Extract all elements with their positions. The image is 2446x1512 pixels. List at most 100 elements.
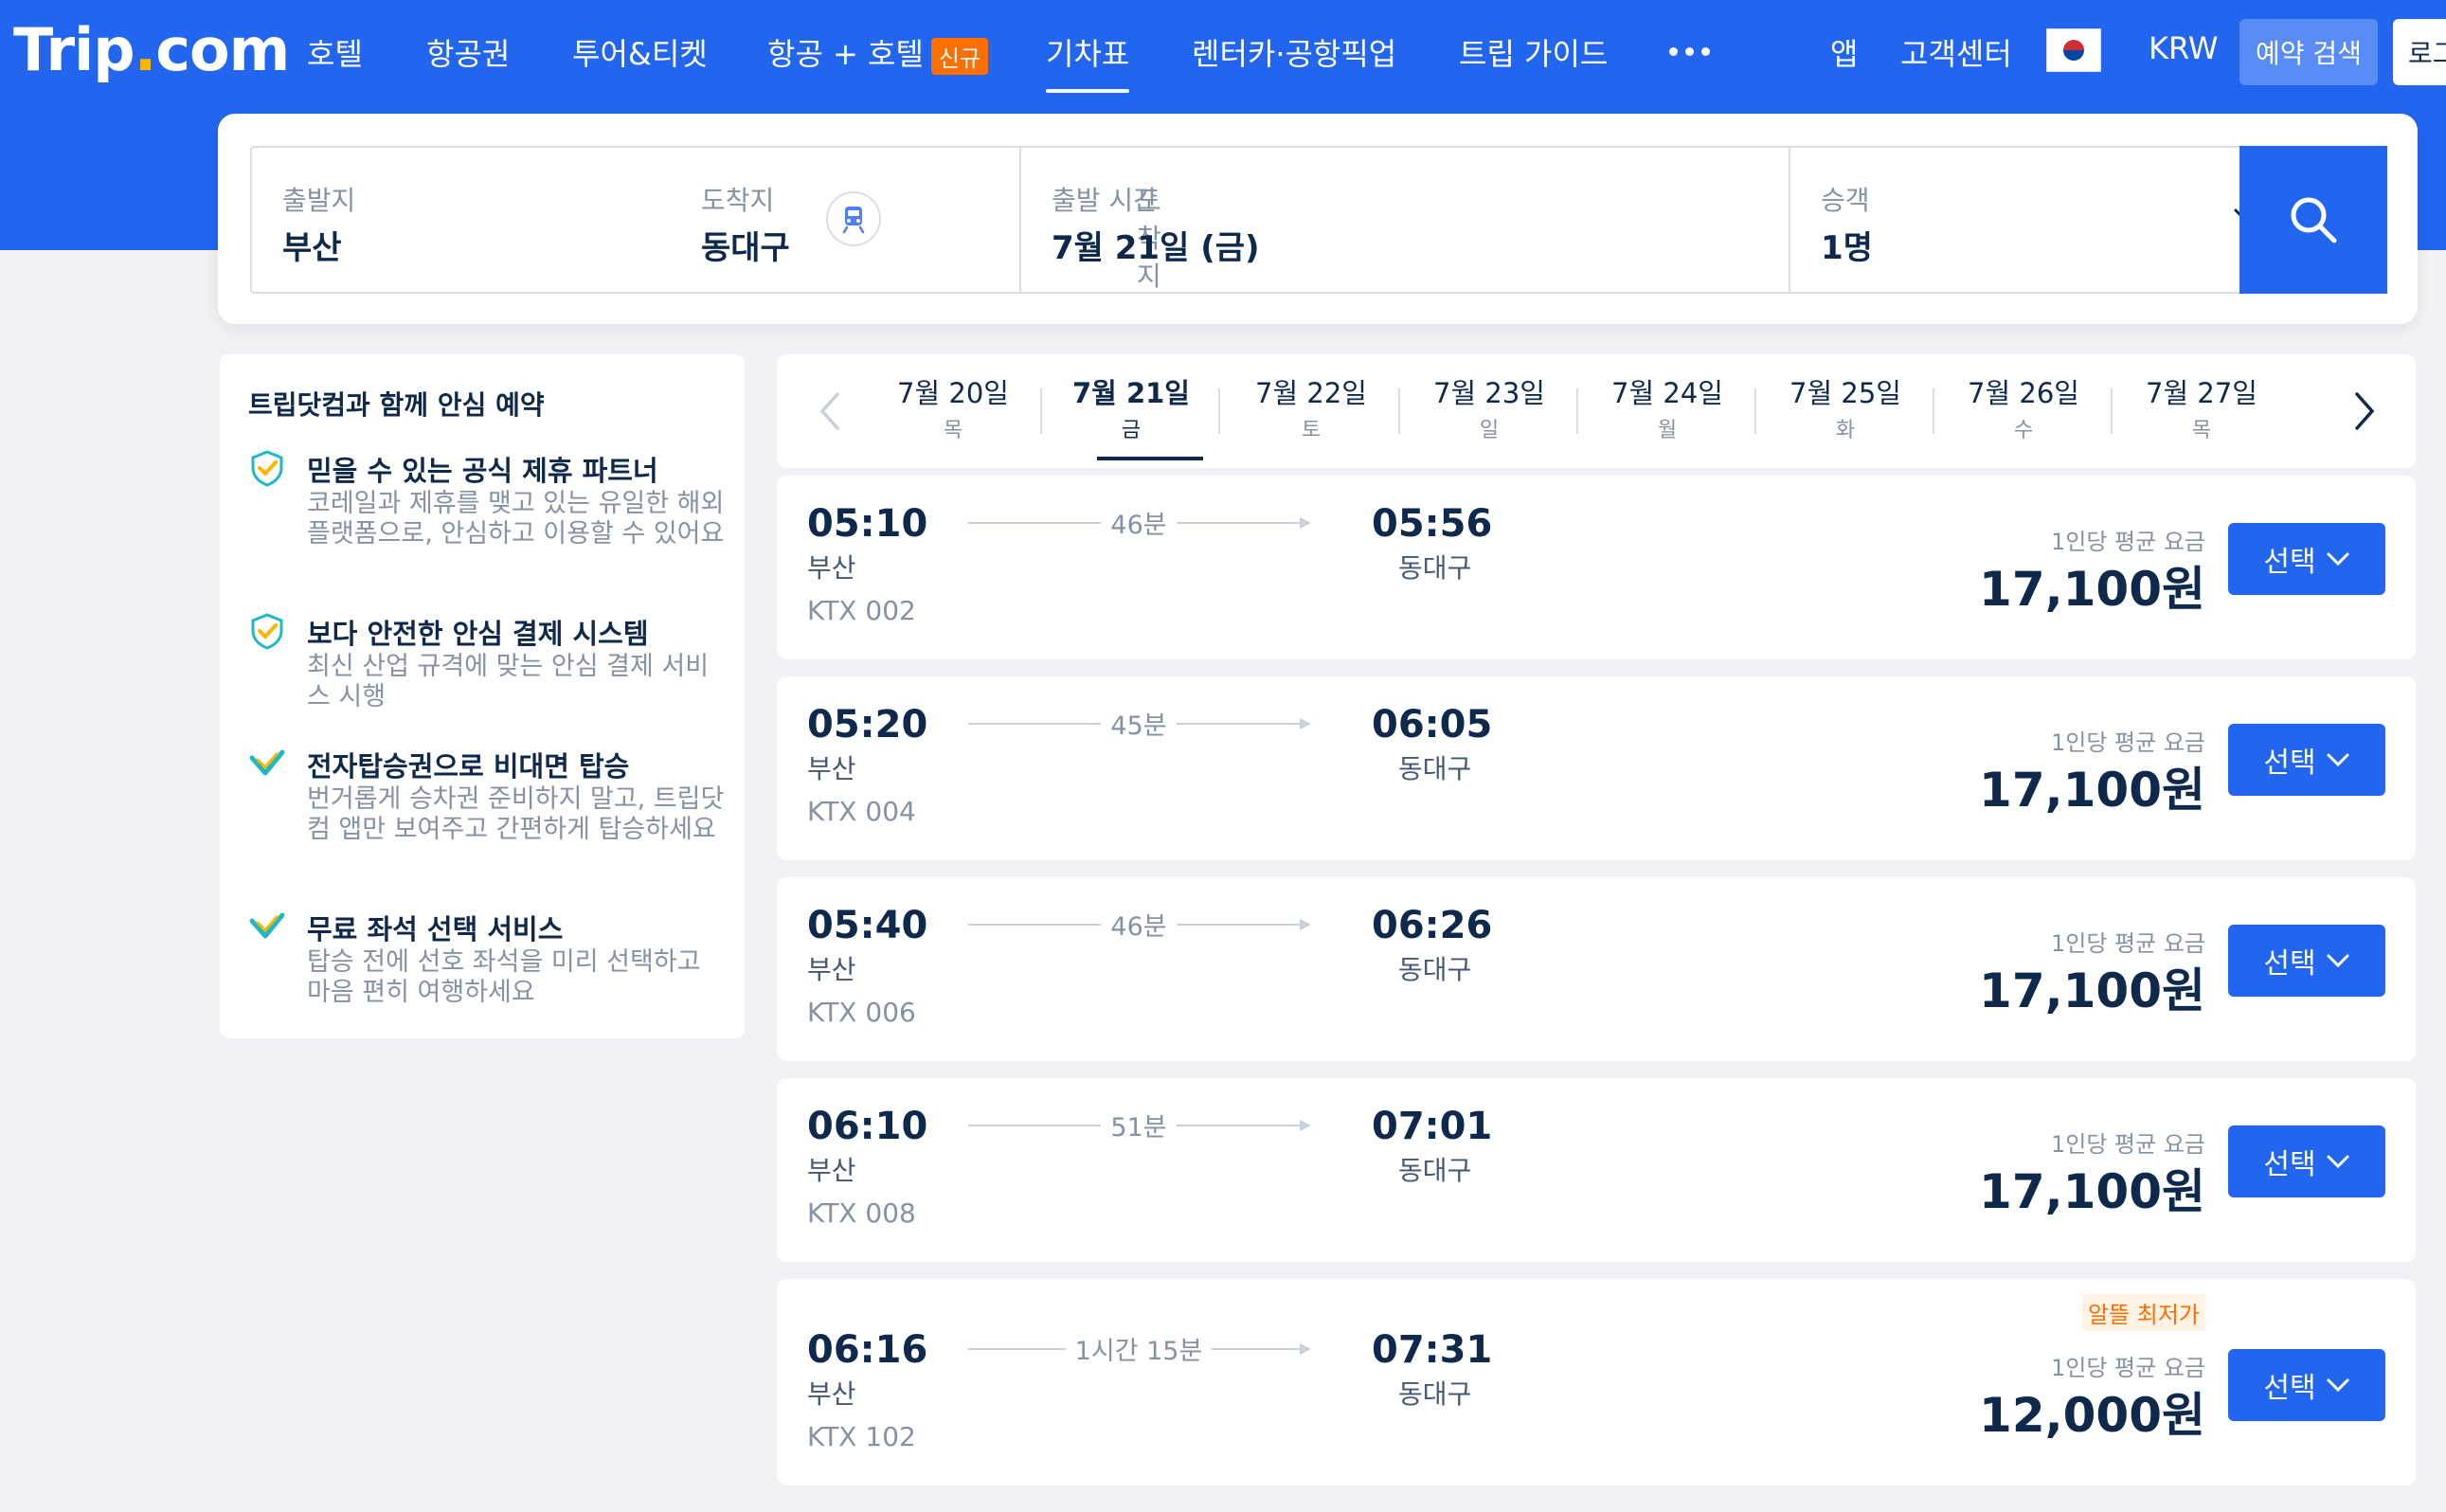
duration: 45분 <box>968 705 1309 742</box>
nav-flights[interactable]: 항공권 <box>426 30 510 74</box>
chevron-down-icon <box>2327 1378 2349 1393</box>
currency-selector[interactable]: KRW <box>2149 30 2219 66</box>
price: 12,000원 <box>1979 1388 2205 1443</box>
departure-time: 05:10 <box>807 502 928 546</box>
chevron-down-icon <box>2327 753 2349 767</box>
pax-label: 승객 <box>1821 185 1870 216</box>
departure-station: 부산 <box>807 1155 856 1186</box>
chevron-left-icon[interactable] <box>801 383 858 440</box>
date-tab-selected[interactable]: 7월 21일 금 <box>1042 371 1220 451</box>
booking-search-button[interactable]: 예약 검색 <box>2239 19 2378 85</box>
price: 17,100원 <box>1979 763 2205 818</box>
arrival-time: 06:05 <box>1372 703 1493 747</box>
arrival-time: 07:31 <box>1372 1328 1493 1372</box>
date-tab[interactable]: 7월 24일 월 <box>1578 371 1756 451</box>
time-value: 7월 21일 (금) <box>1052 229 1260 267</box>
from-field[interactable]: 출발지 부산 <box>252 148 654 292</box>
select-button-label: 선택 <box>2263 947 2316 981</box>
search-button[interactable] <box>2239 146 2387 294</box>
trip-logo[interactable]: Trip.com <box>13 15 290 84</box>
more-icon[interactable] <box>1669 47 1710 56</box>
trust-info-panel: 트립닷컴과 함께 안심 예약 믿을 수 있는 공식 제휴 파트너 코레일과 제휴… <box>220 354 745 1038</box>
nav-car-rental[interactable]: 렌터카·공항픽업 <box>1192 30 1396 74</box>
new-badge: 신규 <box>930 37 989 75</box>
check-icon <box>249 912 285 939</box>
train-result-row[interactable]: 06:10 부산 KTX 008 51분 07:01 동대구 1인당 평균 요금… <box>777 1078 2416 1262</box>
feature-title: 무료 좌석 선택 서비스 <box>307 913 564 945</box>
nav-app[interactable]: 앱 <box>1830 30 1858 74</box>
select-button-label: 선택 <box>2263 546 2316 579</box>
select-button-label: 선택 <box>2263 747 2316 780</box>
arrival-station: 동대구 <box>1398 1378 1472 1410</box>
select-button[interactable]: 선택 <box>2228 523 2385 595</box>
arrival-station: 동대구 <box>1398 954 1472 985</box>
train-number: KTX 006 <box>807 997 916 1028</box>
passenger-field[interactable]: 승객 1명 <box>1790 148 2236 292</box>
korea-flag-icon[interactable] <box>2046 28 2101 72</box>
train-number: KTX 102 <box>807 1421 916 1452</box>
nav-flight-hotel[interactable]: 항공 + 호텔 신규 <box>767 30 989 75</box>
select-button[interactable]: 선택 <box>2228 1349 2385 1421</box>
login-button[interactable]: 로그 <box>2393 19 2446 85</box>
feature-description: 최신 산업 규격에 맞는 안심 결제 서비스 시행 <box>307 652 710 711</box>
train-number: KTX 002 <box>807 595 916 626</box>
shield-check-icon <box>251 450 283 487</box>
duration: 46분 <box>968 906 1309 943</box>
time-label: 출발 시간 <box>1052 185 1158 216</box>
departure-station: 부산 <box>807 753 856 784</box>
departure-time-field[interactable]: 출발 시간 7월 21일 (금) <box>1021 148 1789 292</box>
price: 17,100원 <box>1979 963 2205 1018</box>
train-number: KTX 004 <box>807 796 916 827</box>
duration: 46분 <box>968 504 1309 541</box>
arrival-station: 동대구 <box>1398 753 1472 784</box>
select-button[interactable]: 선택 <box>2228 724 2385 796</box>
shield-check-icon <box>251 613 283 650</box>
lowest-price-badge: 알뜰 최저가 <box>2081 1294 2205 1331</box>
feature-description: 코레일과 제휴를 맺고 있는 유일한 해외 플랫폼으로, 안심하고 이용할 수 … <box>307 489 725 549</box>
departure-station: 부산 <box>807 1378 856 1410</box>
from-label: 출발지 <box>282 185 356 216</box>
departure-station: 부산 <box>807 552 856 584</box>
train-result-row[interactable]: 06:16 부산 KTX 102 1시간 15분 07:31 동대구 알뜰 최저… <box>777 1279 2416 1485</box>
search-card: 출발지 부산 도착지 도착지 동대구 출발 시간 7월 21일 (금) 승객 1… <box>218 114 2418 324</box>
chevron-down-icon <box>2327 954 2349 968</box>
departure-time: 06:16 <box>807 1328 928 1372</box>
nav-tours-tickets[interactable]: 투어&티켓 <box>572 30 708 74</box>
date-tab[interactable]: 7월 25일 화 <box>1756 371 1934 451</box>
nav-trains[interactable]: 기차표 <box>1046 30 1130 93</box>
search-icon <box>2291 197 2337 243</box>
train-result-row[interactable]: 05:20 부산 KTX 004 45분 06:05 동대구 1인당 평균 요금… <box>777 676 2416 860</box>
nav-hotels[interactable]: 호텔 <box>307 30 363 74</box>
arrival-time: 07:01 <box>1372 1105 1493 1148</box>
nav-customer-support[interactable]: 고객센터 <box>1900 30 2012 74</box>
nav-flight-hotel-label: 항공 + 호텔 <box>767 36 924 72</box>
feature-title: 전자탑승권으로 비대면 탑승 <box>307 750 630 783</box>
select-button[interactable]: 선택 <box>2228 1125 2385 1197</box>
arrival-time: 06:26 <box>1372 904 1493 947</box>
feature-description: 탑승 전에 선호 좌석을 미리 선택하고 마음 편히 여행하세요 <box>307 947 701 1007</box>
chevron-down-icon <box>2327 552 2349 567</box>
departure-time: 05:40 <box>807 904 928 947</box>
departure-station: 부산 <box>807 954 856 985</box>
date-tab[interactable]: 7월 26일 수 <box>1934 371 2113 451</box>
train-result-row[interactable]: 05:40 부산 KTX 006 46분 06:26 동대구 1인당 평균 요금… <box>777 877 2416 1061</box>
pax-value: 1명 <box>1821 229 1873 267</box>
nav-trip-guide[interactable]: 트립 가이드 <box>1459 30 1608 74</box>
duration: 1시간 15분 <box>968 1330 1309 1367</box>
departure-time: 06:10 <box>807 1105 928 1148</box>
date-tab[interactable]: 7월 27일 목 <box>2113 371 2291 451</box>
train-result-row[interactable]: 05:10 부산 KTX 002 46분 05:56 동대구 1인당 평균 요금… <box>777 476 2416 659</box>
date-tab[interactable]: 7월 23일 일 <box>1400 371 1578 451</box>
chevron-down-icon <box>2327 1155 2349 1169</box>
feature-title: 믿을 수 있는 공식 제휴 파트너 <box>307 455 658 487</box>
date-tab[interactable]: 7월 20일 목 <box>864 371 1042 451</box>
select-button[interactable]: 선택 <box>2228 925 2385 997</box>
search-fields: 출발지 부산 도착지 도착지 동대구 출발 시간 7월 21일 (금) 승객 1… <box>250 146 2264 294</box>
select-button-label: 선택 <box>2263 1148 2316 1181</box>
feature-description: 번거롭게 승차권 준비하지 말고, 트립닷컴 앱만 보여주고 간편하게 탑승하세… <box>307 784 725 844</box>
date-selector: 7월 20일 목 7월 21일 금 7월 22일 토 7월 23일 일 7월 24일 월 … <box>777 354 2416 468</box>
chevron-right-icon[interactable] <box>2336 383 2393 440</box>
to-value: 동대구 <box>701 229 790 267</box>
date-tab[interactable]: 7월 22일 토 <box>1222 371 1400 451</box>
departure-time: 05:20 <box>807 703 928 747</box>
